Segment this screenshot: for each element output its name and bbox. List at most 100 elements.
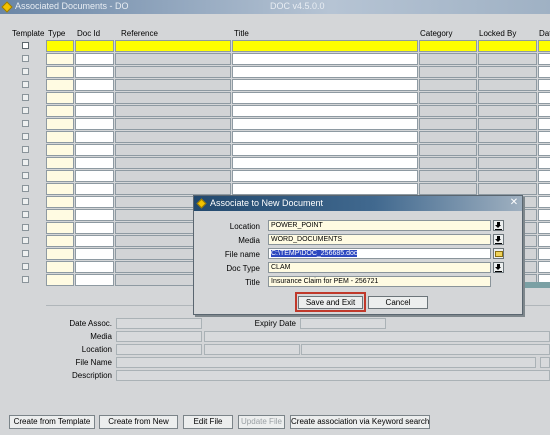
template-checkbox[interactable] — [22, 81, 29, 88]
reference-cell[interactable] — [115, 183, 231, 195]
doc-id-cell[interactable] — [75, 261, 114, 273]
date-cell[interactable] — [538, 222, 550, 234]
type-cell[interactable] — [46, 79, 74, 91]
title-cell[interactable] — [232, 40, 418, 52]
date-cell[interactable] — [538, 105, 550, 117]
title-cell[interactable] — [232, 118, 418, 130]
template-checkbox[interactable] — [22, 68, 29, 75]
doc-id-cell[interactable] — [75, 92, 114, 104]
type-cell[interactable] — [46, 248, 74, 260]
date-cell[interactable] — [538, 53, 550, 65]
title-cell[interactable] — [232, 183, 418, 195]
locked-by-cell[interactable] — [478, 66, 537, 78]
reference-cell[interactable] — [115, 144, 231, 156]
doc-id-cell[interactable] — [75, 118, 114, 130]
date-cell[interactable] — [538, 170, 550, 182]
date-cell[interactable] — [538, 248, 550, 260]
template-checkbox[interactable] — [22, 250, 29, 257]
type-cell[interactable] — [46, 183, 74, 195]
type-cell[interactable] — [46, 274, 74, 286]
reference-cell[interactable] — [115, 53, 231, 65]
doc-id-cell[interactable] — [75, 222, 114, 234]
title-cell[interactable] — [232, 105, 418, 117]
date-cell[interactable] — [538, 118, 550, 130]
template-checkbox[interactable] — [22, 263, 29, 270]
template-checkbox[interactable] — [22, 198, 29, 205]
category-cell[interactable] — [419, 40, 477, 52]
location-dropdown-button[interactable] — [493, 220, 504, 231]
type-cell[interactable] — [46, 66, 74, 78]
date-cell[interactable] — [538, 209, 550, 221]
type-cell[interactable] — [46, 196, 74, 208]
doc-type-input[interactable]: CLAM — [268, 262, 491, 273]
template-checkbox[interactable] — [22, 172, 29, 179]
locked-by-cell[interactable] — [478, 92, 537, 104]
title-cell[interactable] — [232, 66, 418, 78]
reference-cell[interactable] — [115, 79, 231, 91]
reference-cell[interactable] — [115, 131, 231, 143]
title-cell[interactable] — [232, 144, 418, 156]
create-association-keyword-button[interactable]: Create association via Keyword search — [290, 415, 430, 429]
category-cell[interactable] — [419, 157, 477, 169]
title-cell[interactable] — [232, 170, 418, 182]
date-cell[interactable] — [538, 66, 550, 78]
date-cell[interactable] — [538, 79, 550, 91]
header-category[interactable]: Category — [420, 29, 452, 38]
doc-id-cell[interactable] — [75, 209, 114, 221]
doc-id-cell[interactable] — [75, 274, 114, 286]
header-doc-id[interactable]: Doc Id — [77, 29, 100, 38]
locked-by-cell[interactable] — [478, 157, 537, 169]
type-cell[interactable] — [46, 144, 74, 156]
locked-by-cell[interactable] — [478, 183, 537, 195]
header-reference[interactable]: Reference — [121, 29, 158, 38]
reference-cell[interactable] — [115, 92, 231, 104]
title-cell[interactable] — [232, 92, 418, 104]
date-cell[interactable] — [538, 261, 550, 273]
category-cell[interactable] — [419, 170, 477, 182]
create-from-new-button[interactable]: Create from New — [99, 415, 178, 429]
doc-id-cell[interactable] — [75, 53, 114, 65]
doc-id-cell[interactable] — [75, 183, 114, 195]
template-checkbox[interactable] — [22, 211, 29, 218]
category-cell[interactable] — [419, 105, 477, 117]
type-cell[interactable] — [46, 131, 74, 143]
doc-id-cell[interactable] — [75, 66, 114, 78]
doc-id-cell[interactable] — [75, 40, 114, 52]
doc-id-cell[interactable] — [75, 235, 114, 247]
title-cell[interactable] — [232, 157, 418, 169]
doc-id-cell[interactable] — [75, 248, 114, 260]
type-cell[interactable] — [46, 235, 74, 247]
template-checkbox[interactable] — [22, 224, 29, 231]
template-checkbox[interactable] — [22, 159, 29, 166]
file-name-button[interactable] — [540, 357, 550, 368]
template-checkbox[interactable] — [22, 185, 29, 192]
category-cell[interactable] — [419, 79, 477, 91]
locked-by-cell[interactable] — [478, 131, 537, 143]
doc-id-cell[interactable] — [75, 144, 114, 156]
date-cell[interactable] — [538, 131, 550, 143]
type-cell[interactable] — [46, 209, 74, 221]
browse-file-button[interactable] — [493, 248, 504, 259]
media-input[interactable]: WORD_DOCUMENTS — [268, 234, 491, 245]
date-cell[interactable] — [538, 196, 550, 208]
date-cell[interactable] — [538, 157, 550, 169]
save-and-exit-button[interactable]: Save and Exit — [298, 296, 363, 309]
title-cell[interactable] — [232, 131, 418, 143]
locked-by-cell[interactable] — [478, 40, 537, 52]
create-from-template-button[interactable]: Create from Template — [9, 415, 95, 429]
locked-by-cell[interactable] — [478, 170, 537, 182]
template-checkbox[interactable] — [22, 120, 29, 127]
type-cell[interactable] — [46, 118, 74, 130]
locked-by-cell[interactable] — [478, 144, 537, 156]
type-cell[interactable] — [46, 105, 74, 117]
doc-id-cell[interactable] — [75, 131, 114, 143]
reference-cell[interactable] — [115, 118, 231, 130]
doc-id-cell[interactable] — [75, 79, 114, 91]
type-cell[interactable] — [46, 170, 74, 182]
template-checkbox[interactable] — [22, 146, 29, 153]
title-cell[interactable] — [232, 53, 418, 65]
header-type[interactable]: Type — [48, 29, 65, 38]
doc-type-dropdown-button[interactable] — [493, 262, 504, 273]
category-cell[interactable] — [419, 92, 477, 104]
title-cell[interactable] — [232, 79, 418, 91]
